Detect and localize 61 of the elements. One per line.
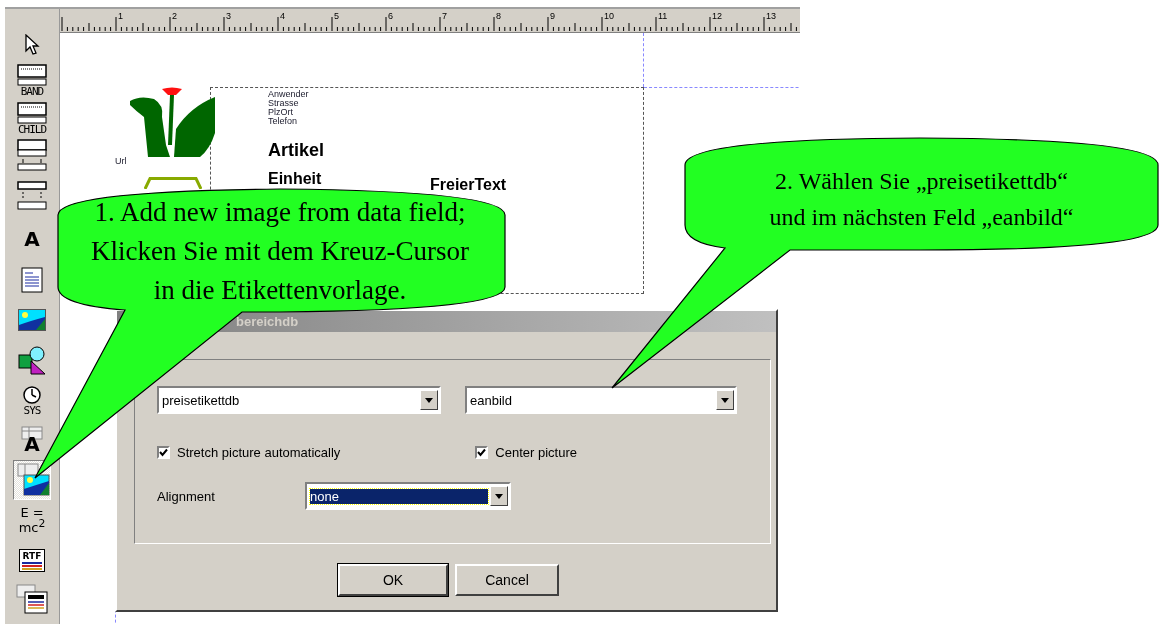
address-field: Telefon bbox=[268, 117, 298, 126]
ruler-number: 4 bbox=[280, 12, 285, 21]
tool-label: CHILD bbox=[17, 123, 47, 135]
ruler-number: 11 bbox=[658, 12, 668, 21]
cancel-button[interactable]: Cancel bbox=[455, 564, 559, 596]
table-dropdown[interactable]: preisetikettdb bbox=[157, 386, 441, 414]
shapes-icon bbox=[17, 345, 47, 375]
band-icon bbox=[17, 181, 47, 211]
ruler-number: 10 bbox=[604, 12, 614, 21]
tool-button[interactable]: CHILD bbox=[13, 100, 51, 136]
tool-label: SYS bbox=[23, 404, 41, 416]
band-icon bbox=[17, 63, 47, 86]
alignment-dropdown[interactable]: none bbox=[305, 482, 511, 510]
ruler-number: 12 bbox=[712, 12, 722, 21]
tool-button[interactable] bbox=[13, 460, 51, 500]
tool-button[interactable]: A bbox=[13, 420, 51, 460]
unit-field: Einheit bbox=[268, 170, 322, 188]
checkbox-label[interactable]: Center picture bbox=[495, 445, 577, 460]
alignment-label: Alignment bbox=[157, 488, 216, 504]
ruler-number: 9 bbox=[550, 12, 555, 21]
checkbox-label[interactable]: Stretch picture automatically bbox=[177, 445, 341, 460]
checkbox[interactable] bbox=[157, 446, 170, 459]
ruler-number: 6 bbox=[388, 12, 393, 21]
address-field: Strasse bbox=[268, 99, 299, 108]
ok-button[interactable]: OK bbox=[338, 564, 448, 596]
address-field: PlzOrt bbox=[268, 108, 293, 117]
formula-label: E = bbox=[20, 505, 44, 519]
rtf-table-icon bbox=[16, 583, 48, 614]
ruler-number: 2 bbox=[172, 12, 177, 21]
ruler-number: 13 bbox=[766, 12, 776, 21]
tool-button[interactable]: RTF bbox=[13, 540, 51, 580]
checkbox[interactable] bbox=[475, 446, 489, 459]
tool-button[interactable]: A bbox=[13, 218, 51, 260]
clock-icon bbox=[22, 384, 42, 405]
callout-text: 1. Add new image from data field; Klicken Sie mit dem Kreuz-Cursor in die Etikettenvorlage. bbox=[90, 196, 470, 307]
hexagon-drawing bbox=[144, 177, 202, 189]
document-icon bbox=[21, 267, 43, 293]
field-dropdown[interactable]: eanbild bbox=[465, 386, 737, 414]
text-tool-icon: A bbox=[24, 229, 40, 249]
tool-button[interactable]: SYS bbox=[13, 380, 51, 420]
article-field: Artikel bbox=[268, 140, 325, 161]
text-tool-icon: A bbox=[24, 434, 40, 454]
callout-text: 2. Wählen Sie „preisetikettdb“ und im nächsten Feld „eanbild“ bbox=[768, 167, 1075, 232]
address-field: Anwender bbox=[268, 90, 309, 99]
ruler-number: 1 bbox=[118, 12, 123, 21]
ruler-number: 8 bbox=[496, 12, 501, 21]
rtf-icon: RTF bbox=[19, 548, 45, 572]
tool-button[interactable]: BAND bbox=[13, 60, 51, 100]
url-field: Url bbox=[115, 157, 127, 166]
formula-label: mc$^{2}$ bbox=[18, 518, 46, 535]
ruler-number: 3 bbox=[226, 12, 231, 21]
dialog-title: bereichdb bbox=[236, 314, 299, 329]
pointer-icon bbox=[24, 33, 40, 56]
ruler-number: 7 bbox=[442, 12, 447, 21]
band-icon bbox=[17, 139, 47, 171]
tool-label: BAND bbox=[20, 85, 44, 97]
tool-button[interactable]: E = mc$^{2}$ bbox=[13, 500, 51, 540]
picture-icon bbox=[18, 309, 46, 331]
ruler-number: 5 bbox=[334, 12, 339, 21]
table-picture-icon bbox=[14, 463, 50, 497]
band-icon bbox=[17, 101, 47, 124]
